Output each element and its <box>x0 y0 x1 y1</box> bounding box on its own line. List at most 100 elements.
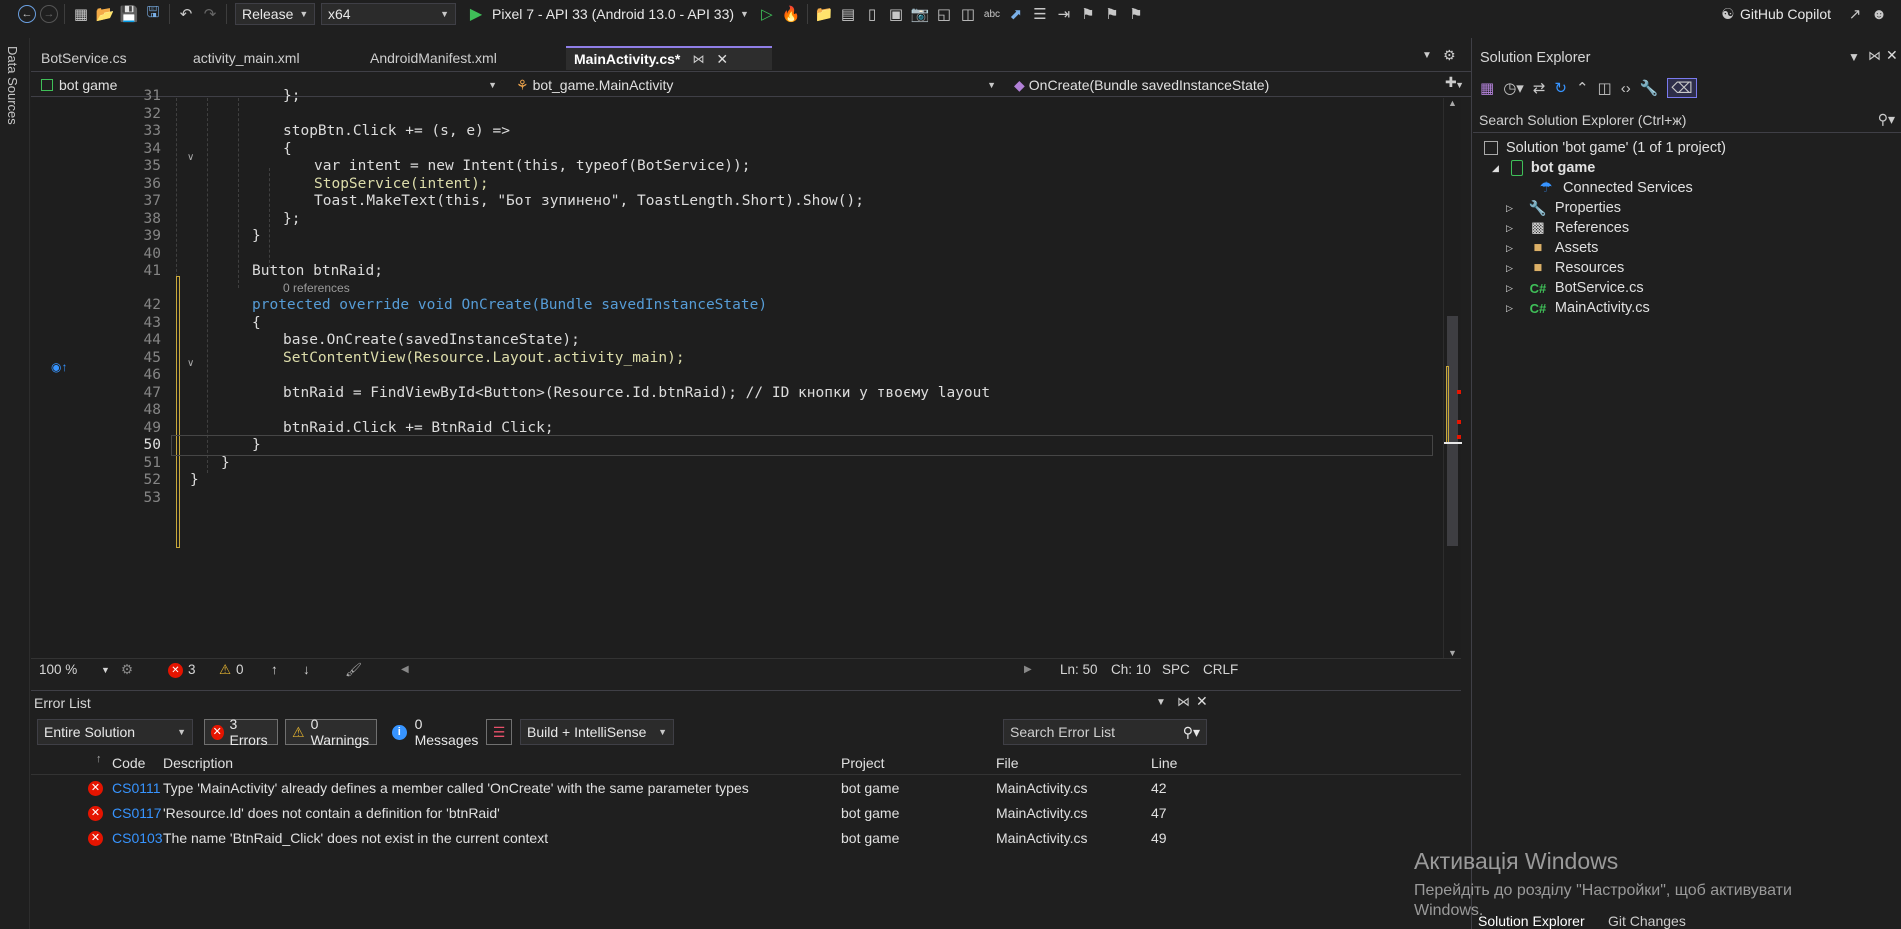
back-icon[interactable]: ← <box>18 5 36 23</box>
error-code-link[interactable]: CS0117 <box>112 805 162 821</box>
column-code[interactable]: Code <box>112 755 145 771</box>
close-icon[interactable]: ✕ <box>1196 693 1208 710</box>
warnings-filter-toggle[interactable]: ⚠ 0 Warnings <box>285 716 377 748</box>
scope-select[interactable]: Entire Solution ▼ <box>37 719 193 745</box>
line-ending-indicator[interactable]: CRLF <box>1203 662 1238 677</box>
data-sources-tab[interactable]: Data Sources <box>5 46 20 125</box>
search-solution-explorer-input[interactable]: Search Solution Explorer (Ctrl+ж) ⚲▾ <box>1473 107 1901 133</box>
close-icon[interactable]: ✕ <box>1886 47 1898 64</box>
search-error-list-input[interactable]: Search Error List ⚲▾ <box>1003 719 1207 745</box>
bookmark-next-icon[interactable]: ⚑ <box>1126 3 1146 25</box>
run-target-button[interactable]: Pixel 7 - API 33 (Android 13.0 - API 33)… <box>492 6 749 22</box>
code-editor[interactable]: ∨ ∨ ◉↑ 31}; 32 33 stopBtn.Click += (s, e)… <box>31 88 1443 658</box>
format-icon[interactable]: ☰ <box>1030 3 1050 25</box>
platform-select[interactable]: x64 ▼ <box>321 3 456 25</box>
error-row[interactable]: ✕ CS0103 The name 'BtnRaid_Click' does n… <box>31 826 1461 851</box>
error-code-link[interactable]: CS0111 <box>112 780 161 796</box>
configuration-select[interactable]: Release ▼ <box>235 3 315 25</box>
build-filter-select[interactable]: Build + IntelliSense ▼ <box>520 719 674 745</box>
camera-icon[interactable]: 📷 <box>910 3 930 25</box>
sort-icon[interactable]: ↑ <box>96 753 102 765</box>
tab-android-manifest[interactable]: AndroidManifest.xml <box>362 46 522 70</box>
error-row[interactable]: ✕ CS0111 Type 'MainActivity' already def… <box>31 776 1461 801</box>
split-editor-icon[interactable]: ✚ <box>1445 74 1457 91</box>
filter-options-icon[interactable]: ☰ <box>486 719 512 745</box>
wrench-icon: 🔧 <box>1528 200 1547 217</box>
prev-issue-icon[interactable]: ↑ <box>271 662 278 677</box>
zoom-select[interactable]: 100 % <box>39 662 77 677</box>
editor-scrollbar[interactable]: ▲ ▼ <box>1443 98 1462 658</box>
scroll-up-icon[interactable]: ▲ <box>1448 98 1457 108</box>
column-description[interactable]: Description <box>163 755 233 771</box>
column-project[interactable]: Project <box>841 755 885 771</box>
chevron-down-icon: ▼ <box>740 9 749 19</box>
tab-botservice[interactable]: BotService.cs <box>33 46 157 70</box>
select-tool-icon[interactable]: ⬈ <box>1006 3 1026 25</box>
open-folder-icon[interactable]: 📂 <box>95 3 115 25</box>
code-cleanup-icon[interactable]: 🖌 <box>345 662 362 678</box>
new-project-icon[interactable]: ▦ <box>71 3 91 25</box>
hot-reload-icon[interactable]: 🔥 <box>781 3 801 25</box>
tab-activity-main[interactable]: activity_main.xml <box>185 46 325 70</box>
scroll-left-icon[interactable]: ◀ <box>401 664 409 675</box>
solution-explorer-panel: Solution Explorer ▼ ⋈ ✕ ▦ ◷▾ ⇄ ↻ ⌃ ◫ ‹› … <box>1471 38 1901 929</box>
collapse-all-icon[interactable]: ⌃ <box>1576 79 1589 97</box>
window-layout-icon[interactable]: ◫ <box>958 3 978 25</box>
pin-icon[interactable]: ⋈ <box>1868 48 1881 64</box>
view-code-icon[interactable]: ‹› <box>1621 80 1631 97</box>
start-without-debugging-icon[interactable]: ▷ <box>757 3 777 25</box>
bookmark-prev-icon[interactable]: ⚑ <box>1102 3 1122 25</box>
error-count[interactable]: 3 <box>188 662 196 677</box>
spell-check-icon[interactable]: abc <box>982 3 1002 25</box>
browse-icon[interactable]: 📁 <box>814 3 834 25</box>
whitespace-indicator[interactable]: SPC <box>1162 662 1190 677</box>
scroll-down-icon[interactable]: ▼ <box>1448 648 1457 658</box>
show-all-files-icon[interactable]: ◫ <box>1598 79 1612 97</box>
switch-views-icon[interactable]: ▦ <box>1480 79 1494 97</box>
pin-icon[interactable]: ⋈ <box>692 52 704 66</box>
column-indicator[interactable]: Ch: 10 <box>1111 662 1151 677</box>
save-all-icon[interactable]: 🖫 <box>143 3 163 25</box>
layout-icon[interactable]: ▤ <box>838 3 858 25</box>
messages-filter-toggle[interactable]: i 0 Messages <box>385 716 495 748</box>
github-copilot-button[interactable]: GitHub Copilot <box>1740 6 1831 22</box>
next-issue-icon[interactable]: ↓ <box>303 662 310 677</box>
android-sdk-icon[interactable]: ▣ <box>886 3 906 25</box>
pending-changes-icon[interactable]: ◷▾ <box>1503 79 1524 97</box>
health-icon[interactable]: ⚙ <box>121 662 133 678</box>
refresh-icon[interactable]: ↻ <box>1554 79 1567 97</box>
error-code-link[interactable]: CS0103 <box>112 830 163 846</box>
preview-selected-icon[interactable]: ⌫ <box>1667 78 1697 98</box>
warning-count[interactable]: 0 <box>236 662 244 677</box>
tab-mainactivity[interactable]: MainActivity.cs* ⋈ ✕ <box>566 46 772 70</box>
scroll-right-icon[interactable]: ▶ <box>1024 664 1032 675</box>
column-line[interactable]: Line <box>1151 755 1177 771</box>
panel-menu-icon[interactable]: ▼ <box>1848 50 1860 64</box>
run-play-icon[interactable]: ▶ <box>466 3 486 25</box>
column-file[interactable]: File <box>996 755 1019 771</box>
references-codelens[interactable]: 0 references <box>283 281 350 295</box>
pin-icon[interactable]: ⋈ <box>1177 694 1190 710</box>
save-icon[interactable]: 💾 <box>119 3 139 25</box>
redo-icon[interactable]: ↷ <box>200 3 220 25</box>
line-indicator[interactable]: Ln: 50 <box>1060 662 1098 677</box>
screenshot-icon[interactable]: ◱ <box>934 3 954 25</box>
error-row[interactable]: ✕ CS0117 'Resource.Id' does not contain … <box>31 801 1461 826</box>
tree-mainactivity[interactable]: ▷ C# MainActivity.cs <box>1506 296 1650 320</box>
tab-overflow-icon[interactable]: ▼ <box>1422 50 1432 61</box>
undo-icon[interactable]: ↶ <box>176 3 196 25</box>
copilot-icon[interactable]: ☯ <box>1718 3 1738 25</box>
forward-icon[interactable]: → <box>40 5 58 23</box>
sync-icon[interactable]: ⇄ <box>1533 79 1546 97</box>
panel-menu-icon[interactable]: ▼ <box>1156 697 1166 708</box>
errors-filter-toggle[interactable]: ✕ 3 Errors <box>204 716 278 748</box>
device-manager-icon[interactable]: ▯ <box>862 3 882 25</box>
errors-filter-label: 3 Errors <box>229 716 268 748</box>
feedback-icon[interactable]: ☻ <box>1869 3 1889 25</box>
indent-icon[interactable]: ⇥ <box>1054 3 1074 25</box>
properties-icon[interactable]: 🔧 <box>1640 79 1659 97</box>
settings-icon[interactable]: ⚙ <box>1443 47 1456 64</box>
share-icon[interactable]: ↗ <box>1845 3 1865 25</box>
close-icon[interactable]: ✕ <box>716 51 728 68</box>
bookmark-icon[interactable]: ⚑ <box>1078 3 1098 25</box>
